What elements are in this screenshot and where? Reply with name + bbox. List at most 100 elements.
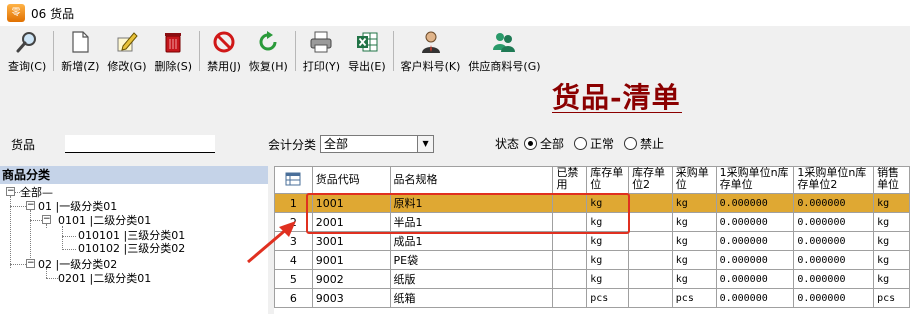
cell-sales-unit[interactable]: kg bbox=[873, 231, 910, 251]
cell-name[interactable]: 纸箱 bbox=[389, 288, 554, 308]
cell-purchase-unit[interactable]: kg bbox=[671, 250, 717, 270]
cell-sales-unit[interactable]: kg bbox=[873, 250, 910, 270]
cell-stock-unit2[interactable] bbox=[628, 212, 673, 232]
collapse-icon[interactable]: − bbox=[26, 201, 35, 210]
cell-code[interactable]: 9001 bbox=[311, 250, 391, 270]
app-logo-icon: 零 bbox=[7, 4, 25, 22]
collapse-icon[interactable]: − bbox=[6, 187, 15, 196]
tree-connector bbox=[30, 220, 42, 221]
cell-rate1[interactable]: 0.000000 bbox=[715, 250, 795, 270]
tree-node-01[interactable]: 01 |一级分类01 bbox=[38, 200, 117, 213]
tree-node-010102[interactable]: 010102 |三级分类02 bbox=[78, 242, 185, 255]
cell-rate1[interactable]: 0.000000 bbox=[715, 193, 795, 213]
col-header-name[interactable]: 品名规格 bbox=[389, 166, 554, 194]
cell-stock-unit2[interactable] bbox=[628, 231, 673, 251]
col-header-rate2[interactable]: 1采购单位n库存单位2 bbox=[793, 166, 875, 194]
cell-rate2[interactable]: 0.000000 bbox=[793, 250, 875, 270]
supplier-part-no-label: 供应商料号(G) bbox=[468, 60, 541, 73]
table-row[interactable]: 5 9002 纸版 kg kg 0.000000 0.000000 kg bbox=[274, 269, 910, 289]
col-header-stock-unit2[interactable]: 库存单位2 bbox=[628, 166, 673, 194]
cell-code[interactable]: 9002 bbox=[311, 269, 391, 289]
export-button[interactable]: 导出(E) bbox=[344, 26, 390, 74]
tree-node-010101[interactable]: 010101 |三级分类01 bbox=[78, 229, 185, 242]
acct-category-select[interactable]: 全部 ▼ bbox=[320, 135, 435, 153]
table-row[interactable]: 3 3001 成品1 kg kg 0.000000 0.000000 kg bbox=[274, 231, 910, 251]
cell-purchase-unit[interactable]: kg bbox=[671, 212, 717, 232]
cell-rate2[interactable]: 0.000000 bbox=[793, 212, 875, 232]
cell-sales-unit[interactable]: kg bbox=[873, 193, 910, 213]
cell-code[interactable]: 3001 bbox=[311, 231, 391, 251]
edit-button[interactable]: 修改(G) bbox=[103, 26, 150, 74]
cell-rate1[interactable]: 0.000000 bbox=[715, 288, 795, 308]
cell-name[interactable]: 纸版 bbox=[389, 269, 554, 289]
cell-rate2[interactable]: 0.000000 bbox=[793, 231, 875, 251]
restore-button[interactable]: 恢复(H) bbox=[245, 26, 292, 74]
cell-stock-unit[interactable]: pcs bbox=[586, 288, 630, 308]
cell-rate2[interactable]: 0.000000 bbox=[793, 288, 875, 308]
toolbar-separator bbox=[53, 31, 55, 71]
query-label: 查询(C) bbox=[8, 60, 47, 73]
table-row[interactable]: 6 9003 纸箱 pcs pcs 0.000000 0.000000 pcs bbox=[274, 288, 910, 308]
cell-rate2[interactable]: 0.000000 bbox=[793, 193, 875, 213]
status-radio-normal[interactable]: 正常 bbox=[574, 135, 614, 152]
cell-sales-unit[interactable]: pcs bbox=[873, 288, 910, 308]
restore-label: 恢复(H) bbox=[248, 60, 288, 73]
col-header-stock-unit[interactable]: 库存单位 bbox=[586, 166, 630, 194]
cell-purchase-unit[interactable]: kg bbox=[671, 193, 717, 213]
delete-button[interactable]: 删除(S) bbox=[151, 26, 197, 74]
cell-rate1[interactable]: 0.000000 bbox=[715, 212, 795, 232]
new-button[interactable]: 新增(Z) bbox=[57, 26, 103, 74]
cell-row-number[interactable]: 5 bbox=[274, 269, 313, 289]
cell-name[interactable]: PE袋 bbox=[389, 250, 554, 270]
query-button[interactable]: 查询(C) bbox=[4, 26, 50, 74]
cell-purchase-unit[interactable]: kg bbox=[671, 231, 717, 251]
cell-disabled[interactable] bbox=[552, 250, 588, 270]
cell-purchase-unit[interactable]: kg bbox=[671, 269, 717, 289]
cell-row-number[interactable]: 6 bbox=[274, 288, 313, 308]
cell-name[interactable]: 成品1 bbox=[389, 231, 554, 251]
col-header-disabled[interactable]: 已禁用 bbox=[552, 166, 588, 194]
col-header-purchase-unit[interactable]: 采购单位 bbox=[671, 166, 717, 194]
collapse-icon[interactable]: − bbox=[42, 215, 51, 224]
collapse-icon[interactable]: − bbox=[26, 259, 35, 268]
printer-icon bbox=[309, 30, 333, 54]
cell-sales-unit[interactable]: kg bbox=[873, 269, 910, 289]
cell-rate1[interactable]: 0.000000 bbox=[715, 231, 795, 251]
grid-header-row: 货品代码 品名规格 已禁用 库存单位 库存单位2 采购单位 1采购单位n库存单位… bbox=[274, 166, 910, 194]
cell-stock-unit[interactable]: kg bbox=[586, 231, 630, 251]
goods-filter-input[interactable] bbox=[65, 135, 216, 153]
tree-connector bbox=[10, 206, 26, 207]
cell-rate2[interactable]: 0.000000 bbox=[793, 269, 875, 289]
cell-purchase-unit[interactable]: pcs bbox=[671, 288, 717, 308]
cell-stock-unit[interactable]: kg bbox=[586, 250, 630, 270]
cell-code[interactable]: 9003 bbox=[311, 288, 391, 308]
status-radio-forbidden[interactable]: 禁止 bbox=[624, 135, 664, 152]
status-radio-all[interactable]: 全部 bbox=[524, 135, 564, 152]
cell-stock-unit[interactable]: kg bbox=[586, 269, 630, 289]
disable-button[interactable]: 禁用(J) bbox=[203, 26, 245, 74]
cell-disabled[interactable] bbox=[552, 269, 588, 289]
print-button[interactable]: 打印(Y) bbox=[299, 26, 344, 74]
col-header-code[interactable]: 货品代码 bbox=[311, 166, 391, 194]
cell-stock-unit2[interactable] bbox=[628, 288, 673, 308]
cell-sales-unit[interactable]: kg bbox=[873, 212, 910, 232]
col-header-rate1[interactable]: 1采购单位n库存单位 bbox=[715, 166, 795, 194]
cell-disabled[interactable] bbox=[552, 288, 588, 308]
cell-stock-unit2[interactable] bbox=[628, 193, 673, 213]
customer-part-no-button[interactable]: 客户料号(K) bbox=[397, 26, 465, 74]
cell-disabled[interactable] bbox=[552, 231, 588, 251]
cell-stock-unit2[interactable] bbox=[628, 269, 673, 289]
cell-stock-unit2[interactable] bbox=[628, 250, 673, 270]
tree-node-02[interactable]: 02 |一级分类02 bbox=[38, 258, 117, 271]
table-row[interactable]: 4 9001 PE袋 kg kg 0.000000 0.000000 kg bbox=[274, 250, 910, 270]
magnifier-icon bbox=[15, 30, 39, 54]
tree-node-0201[interactable]: 0201 |二级分类01 bbox=[58, 272, 151, 285]
cell-rate1[interactable]: 0.000000 bbox=[715, 269, 795, 289]
col-header-sales-unit[interactable]: 销售单位 bbox=[873, 166, 910, 194]
supplier-part-no-button[interactable]: 供应商料号(G) bbox=[464, 26, 544, 74]
chevron-down-icon[interactable]: ▼ bbox=[417, 136, 434, 152]
toolbar-separator bbox=[199, 31, 201, 71]
grid-corner[interactable] bbox=[274, 166, 313, 194]
tree-node-0101[interactable]: 0101 |二级分类01 bbox=[58, 214, 151, 227]
tree-node-root[interactable]: 全部— bbox=[20, 186, 53, 199]
